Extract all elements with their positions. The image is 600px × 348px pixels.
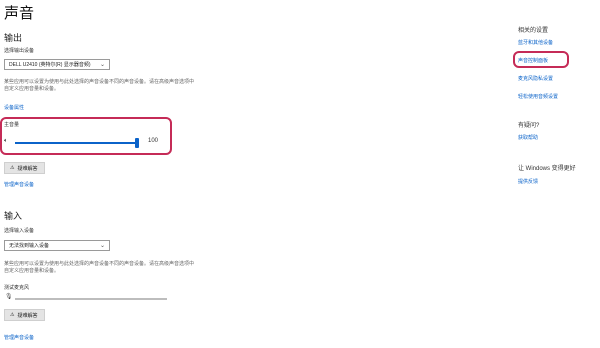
output-device-label: 选择输出设备 bbox=[4, 48, 35, 54]
input-device-value: 无法找到输入设备 bbox=[9, 243, 50, 249]
output-manage-devices-link[interactable]: 管理声音设备 bbox=[4, 181, 34, 188]
output-heading: 输出 bbox=[4, 33, 23, 43]
output-device-select[interactable]: DELL U2410 (英特尔(R) 显示器音频) ⌄ bbox=[4, 59, 110, 70]
input-device-label: 选择输入设备 bbox=[4, 228, 35, 234]
input-troubleshoot-label: 疑难解答 bbox=[17, 312, 38, 319]
test-mic-label: 测试麦克风 bbox=[4, 285, 30, 291]
warning-icon: ⚠ bbox=[10, 312, 15, 318]
mic-level-bar bbox=[15, 298, 167, 300]
input-troubleshoot-button[interactable]: ⚠ 疑难解答 bbox=[4, 309, 45, 321]
output-troubleshoot-button[interactable]: ⚠ 疑难解答 bbox=[4, 162, 45, 174]
volume-value: 100 bbox=[148, 138, 159, 144]
chevron-down-icon: ⌄ bbox=[99, 243, 105, 249]
related-link-ease-audio[interactable]: 轻松使用音频设置 bbox=[518, 93, 558, 100]
output-troubleshoot-label: 疑难解答 bbox=[17, 165, 38, 172]
master-volume-label: 主音量 bbox=[4, 122, 20, 128]
volume-slider-track[interactable] bbox=[15, 142, 137, 144]
device-properties-link[interactable]: 设备属性 bbox=[4, 104, 24, 111]
warning-icon: ⚠ bbox=[10, 165, 15, 171]
improve-heading: 让 Windows 变得更好 bbox=[518, 166, 576, 172]
input-heading: 输入 bbox=[4, 211, 23, 221]
input-description: 某些应用可以设置为使用与此处选择的声音设备不同的声音设备。请在高级声音选项中自定… bbox=[4, 261, 195, 274]
input-manage-devices-link[interactable]: 管理声音设备 bbox=[4, 334, 34, 341]
input-device-select[interactable]: 无法找到输入设备 ⌄ bbox=[4, 240, 110, 251]
microphone-icon: 🎙︎ bbox=[5, 294, 13, 300]
related-link-mic-privacy[interactable]: 麦克风隐私设置 bbox=[518, 75, 553, 82]
related-link-bluetooth[interactable]: 蓝牙和其他设备 bbox=[518, 39, 553, 46]
chevron-down-icon: ⌄ bbox=[99, 62, 105, 68]
speaker-icon[interactable]: 🔈︎ bbox=[4, 138, 8, 145]
output-device-value: DELL U2410 (英特尔(R) 显示器音频) bbox=[9, 62, 91, 68]
output-description: 某些应用可以设置为使用与此处选择的声音设备不同的声音设备。请在高级声音选项中自定… bbox=[4, 79, 195, 92]
get-help-link[interactable]: 获取帮助 bbox=[518, 134, 538, 141]
related-link-sound-control-panel[interactable]: 声音控制面板 bbox=[518, 57, 548, 64]
feedback-link[interactable]: 提供反馈 bbox=[518, 178, 538, 185]
related-settings-heading: 相关的设置 bbox=[518, 28, 549, 34]
help-heading: 有疑问? bbox=[518, 123, 540, 129]
volume-slider-thumb[interactable] bbox=[135, 138, 139, 148]
volume-highlight-box bbox=[0, 117, 172, 155]
page-title: 声音 bbox=[4, 5, 35, 22]
